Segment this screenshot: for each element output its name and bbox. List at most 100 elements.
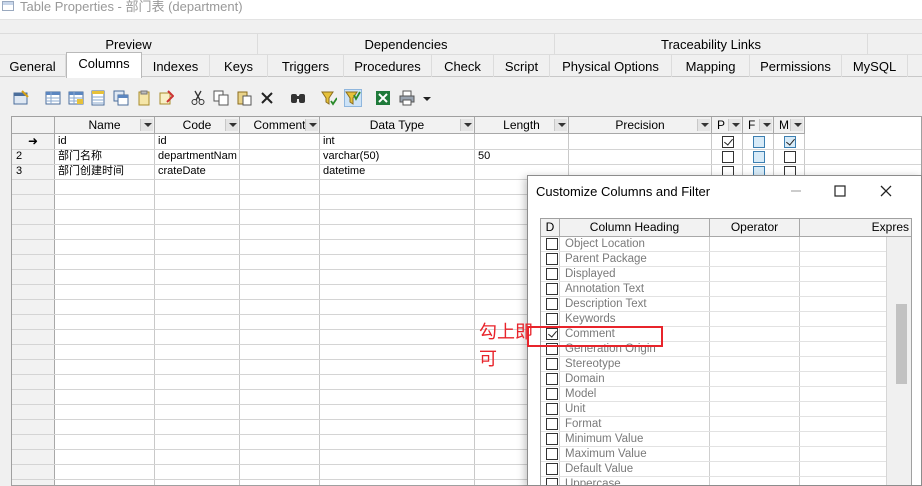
cell-comment[interactable] (240, 164, 319, 179)
tab-mysql[interactable]: MySQL (842, 54, 908, 77)
display-checkbox[interactable] (546, 253, 558, 265)
cell-code[interactable]: crateDate (155, 164, 239, 179)
cell-length[interactable] (475, 134, 568, 149)
cell-name[interactable]: id (55, 134, 154, 149)
add-columns-icon[interactable] (90, 90, 106, 106)
cell-precision[interactable] (569, 149, 711, 164)
dropdown-arrow-icon[interactable] (759, 119, 772, 131)
column-header-precision[interactable]: Precision (569, 117, 712, 134)
display-checkbox[interactable] (546, 268, 558, 280)
tab-mapping[interactable]: Mapping (672, 54, 750, 77)
display-checkbox[interactable] (546, 238, 558, 250)
display-checkbox[interactable] (546, 388, 558, 400)
tab-dependencies[interactable]: Dependencies (258, 33, 555, 54)
dropdown-arrow-icon[interactable] (421, 90, 433, 106)
display-checkbox[interactable] (546, 418, 558, 430)
list-item[interactable]: Default Value (541, 462, 886, 477)
header-operator[interactable]: Operator (710, 219, 800, 237)
print-icon[interactable] (399, 90, 415, 106)
display-checkbox[interactable] (546, 313, 558, 325)
display-checkbox[interactable] (546, 463, 558, 475)
tab-general[interactable]: General (0, 54, 66, 77)
tab-keys[interactable]: Keys (210, 54, 268, 77)
dropdown-arrow-icon[interactable] (225, 119, 238, 131)
dropdown-arrow-icon[interactable] (697, 119, 710, 131)
column-header-m[interactable]: M (774, 117, 805, 134)
display-checkbox[interactable] (546, 478, 558, 485)
cell-comment[interactable] (240, 134, 319, 149)
column-header-data-type[interactable]: Data Type (320, 117, 475, 134)
column-header-length[interactable]: Length (475, 117, 569, 134)
header-column-heading[interactable]: Column Heading (560, 219, 710, 237)
list-item[interactable]: Stereotype (541, 357, 886, 372)
list-item[interactable]: Keywords (541, 312, 886, 327)
paste-clipboard-icon[interactable] (236, 90, 252, 106)
dropdown-arrow-icon[interactable] (140, 119, 153, 131)
cell-comment[interactable] (240, 149, 319, 164)
display-checkbox[interactable] (546, 373, 558, 385)
foreign-key-checkbox[interactable] (753, 136, 765, 148)
display-checkbox[interactable] (546, 358, 558, 370)
display-checkbox[interactable] (546, 298, 558, 310)
scrollbar-thumb[interactable] (896, 304, 907, 384)
tab-script[interactable]: Script (494, 54, 550, 77)
column-header-comment[interactable]: Comment (240, 117, 320, 134)
cell-code[interactable]: departmentNam (155, 149, 239, 164)
tab-columns[interactable]: Columns (66, 52, 142, 78)
add-row-icon[interactable] (68, 90, 84, 106)
properties-icon[interactable] (13, 90, 29, 106)
customize-columns-icon[interactable] (344, 89, 362, 107)
tab-physical-options[interactable]: Physical Options (550, 54, 672, 77)
header-displayed[interactable]: D (541, 219, 560, 237)
cell-data-type[interactable]: datetime (320, 164, 474, 179)
tab-check[interactable]: Check (432, 54, 494, 77)
cell-length[interactable]: 50 (475, 149, 568, 164)
tab-indexes[interactable]: Indexes (142, 54, 210, 77)
replicate-icon[interactable] (113, 90, 129, 106)
insert-row-icon[interactable] (45, 90, 61, 106)
dropdown-arrow-icon[interactable] (554, 119, 567, 131)
list-item[interactable]: Displayed (541, 267, 886, 282)
column-header-p[interactable]: P (712, 117, 743, 134)
cell-data-type[interactable]: varchar(50) (320, 149, 474, 164)
list-item[interactable]: Format (541, 417, 886, 432)
column-header-code[interactable]: Code (155, 117, 240, 134)
display-checkbox[interactable] (546, 433, 558, 445)
list-item[interactable]: Description Text (541, 297, 886, 312)
list-item[interactable]: Maximum Value (541, 447, 886, 462)
excel-export-icon[interactable] (375, 90, 391, 106)
delete-icon[interactable] (259, 90, 275, 106)
list-item[interactable]: Parent Package (541, 252, 886, 267)
rename-icon[interactable] (158, 90, 174, 106)
cell-code[interactable]: id (155, 134, 239, 149)
column-header-name[interactable]: Name (55, 117, 155, 134)
display-checkbox[interactable] (546, 403, 558, 415)
cell-data-type[interactable]: int (320, 134, 474, 149)
dropdown-arrow-icon[interactable] (305, 119, 318, 131)
header-expression[interactable]: Expres (800, 219, 911, 237)
list-item[interactable]: Uppercase (541, 477, 886, 485)
primary-key-checkbox[interactable] (722, 136, 734, 148)
minimize-icon[interactable] (786, 182, 806, 200)
filter-icon[interactable] (321, 90, 337, 106)
tab-procedures[interactable]: Procedures (344, 54, 432, 77)
mandatory-checkbox[interactable] (784, 151, 796, 163)
list-item[interactable]: Object Location (541, 237, 886, 252)
close-icon[interactable] (876, 182, 896, 200)
list-item[interactable]: Minimum Value (541, 432, 886, 447)
copy-icon[interactable] (213, 90, 229, 106)
list-item[interactable]: Annotation Text (541, 282, 886, 297)
display-checkbox[interactable] (546, 283, 558, 295)
cell-name[interactable]: 部门名称 (55, 149, 154, 164)
tab-traceability-links[interactable]: Traceability Links (555, 33, 868, 54)
vertical-scrollbar[interactable] (886, 237, 911, 485)
cut-icon[interactable] (190, 90, 206, 106)
dropdown-arrow-icon[interactable] (790, 119, 803, 131)
column-header-f[interactable]: F (743, 117, 774, 134)
foreign-key-checkbox[interactable] (753, 151, 765, 163)
list-item[interactable]: Unit (541, 402, 886, 417)
paste-icon[interactable] (136, 90, 152, 106)
find-icon[interactable] (290, 90, 306, 106)
list-item[interactable]: Domain (541, 372, 886, 387)
display-checkbox[interactable] (546, 448, 558, 460)
